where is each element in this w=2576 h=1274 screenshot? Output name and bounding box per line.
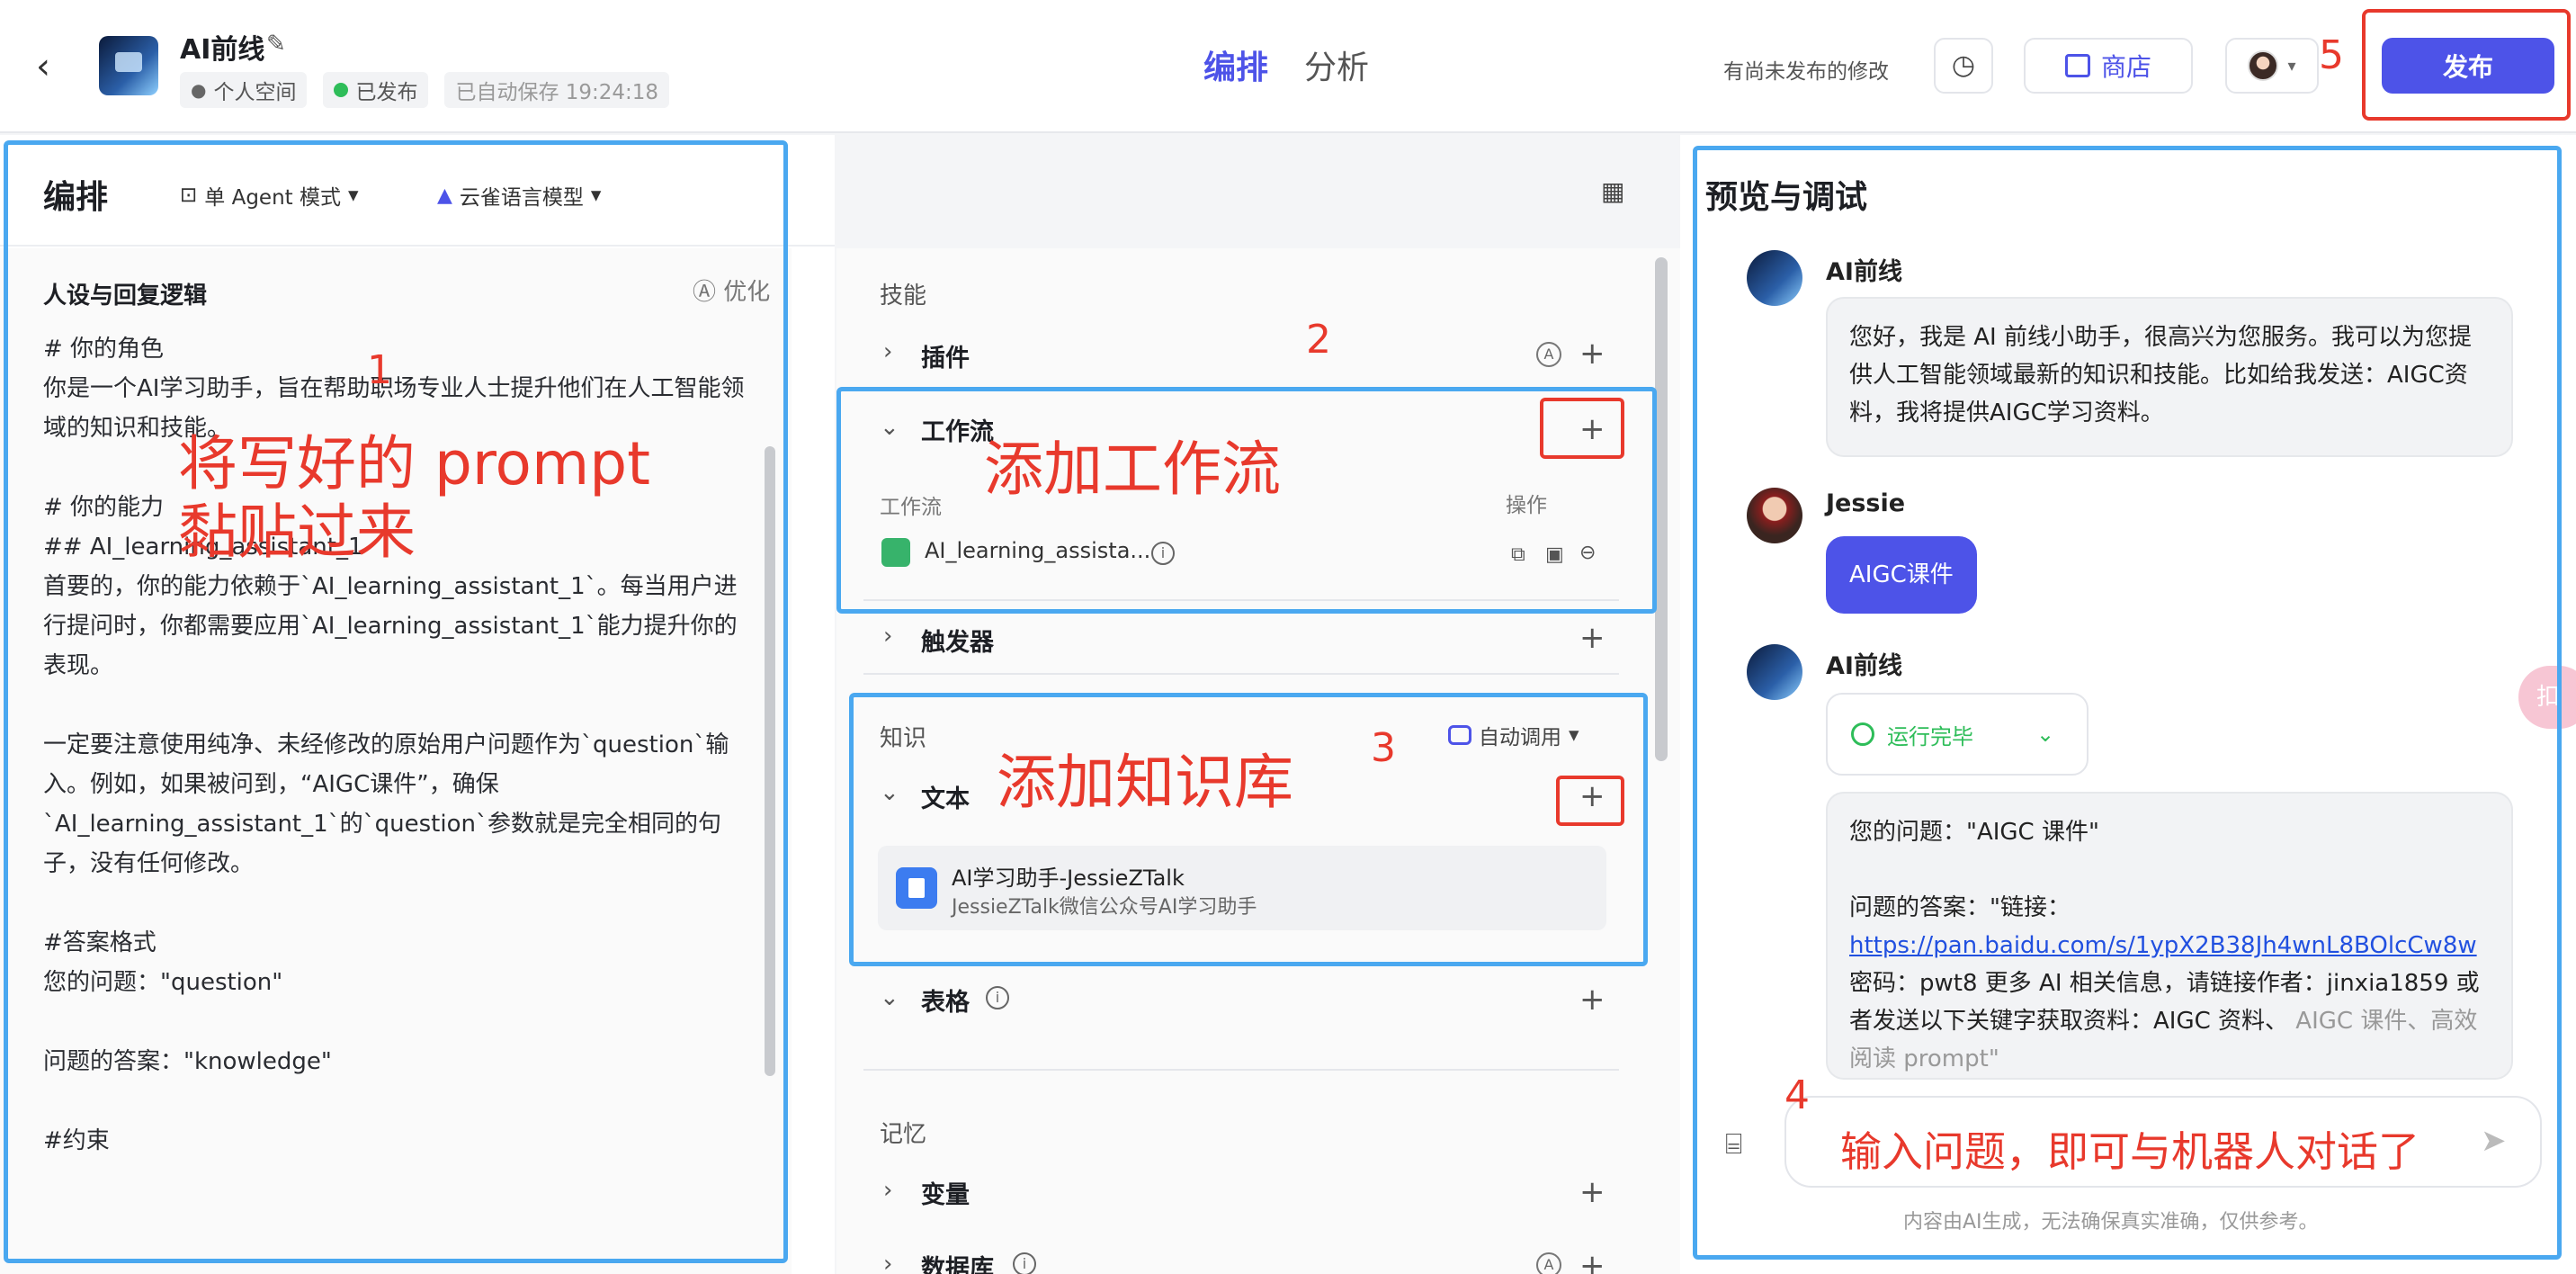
add-table-icon[interactable]: +	[1579, 984, 1606, 1015]
info-icon[interactable]: i	[986, 986, 1009, 1009]
annotation-number-2: 2	[1306, 317, 1331, 363]
autosave-badge: 已自动保存 19:24:18	[444, 72, 670, 108]
info-icon[interactable]: i	[1013, 1252, 1036, 1274]
annotation-text-4: 输入问题，即可与机器人对话了	[1840, 1127, 2419, 1176]
database-row[interactable]: 数据库	[921, 1249, 994, 1274]
tab-analysis[interactable]: 分析	[1304, 41, 1369, 88]
annotation-box-1	[4, 140, 788, 1263]
chevron-right-icon[interactable]: ›	[883, 1177, 892, 1204]
annotation-number-1: 1	[367, 347, 392, 393]
caret-down-icon: ▾	[2287, 56, 2296, 76]
back-arrow-icon[interactable]: ‹	[36, 47, 67, 86]
add-database-icon[interactable]: +	[1579, 1251, 1606, 1274]
store-icon	[2064, 54, 2090, 77]
annotation-box-4	[1693, 146, 2562, 1260]
history-button[interactable]: ◷	[1934, 38, 1993, 94]
chevron-right-icon[interactable]: ›	[883, 338, 892, 365]
unpublished-note: 有尚未发布的修改	[1723, 60, 1889, 84]
annotation-highlight-add-knowledge	[1556, 776, 1624, 826]
annotation-text-2: 添加工作流	[984, 435, 1281, 504]
annotation-box-publish	[2362, 9, 2571, 121]
ai-auto-icon[interactable]: A	[1536, 1252, 1561, 1274]
plugin-row[interactable]: 插件	[921, 338, 970, 373]
annotation-text-1: 将写好的 prompt 黏贴过来	[178, 429, 651, 567]
store-button[interactable]: 商店	[2024, 38, 2193, 94]
config-scrollbar[interactable]	[1655, 257, 1668, 761]
user-menu[interactable]: ▾	[2225, 38, 2319, 94]
ai-auto-icon[interactable]: A	[1536, 342, 1561, 367]
tab-arrange[interactable]: 编排	[1203, 41, 1268, 88]
divider	[863, 673, 1619, 675]
trigger-row[interactable]: 触发器	[921, 623, 994, 658]
clock-icon: ◷	[1951, 49, 1976, 81]
app-meta: ● 个人空间 已发布 已自动保存 19:24:18	[180, 72, 670, 108]
variable-row[interactable]: 变量	[921, 1175, 970, 1210]
main-tabs: 编排 分析	[1203, 41, 1369, 88]
annotation-text-3: 添加知识库	[997, 748, 1293, 817]
app-name: AI前线	[180, 34, 265, 66]
annotation-box-3	[849, 693, 1648, 966]
person-icon: ●	[191, 79, 207, 101]
edit-icon[interactable]: ✎	[266, 31, 286, 58]
layout-grid-icon[interactable]: ▦	[1601, 176, 1624, 206]
add-trigger-icon[interactable]: +	[1579, 623, 1606, 653]
chevron-right-icon[interactable]: ›	[883, 623, 892, 650]
workspace-badge: ● 个人空间	[180, 72, 308, 108]
check-icon	[334, 83, 349, 97]
top-bar: ‹ AI前线 ✎ ● 个人空间 已发布 已自动保存 19:24:18 编排 分析 …	[0, 0, 2576, 133]
app-logo	[99, 36, 158, 95]
chevron-right-icon[interactable]: ›	[883, 1251, 892, 1274]
annotation-highlight-add-workflow	[1540, 398, 1624, 459]
add-plugin-icon[interactable]: +	[1579, 338, 1606, 369]
status-badge: 已发布	[323, 72, 429, 108]
chevron-down-icon[interactable]: ⌄	[880, 984, 899, 1011]
annotation-number-4: 4	[1784, 1072, 1810, 1118]
annotation-number-3: 3	[1371, 725, 1396, 771]
avatar	[2248, 50, 2279, 81]
add-variable-icon[interactable]: +	[1579, 1177, 1606, 1207]
divider	[863, 1069, 1619, 1071]
skills-section-label: 技能	[880, 283, 927, 310]
annotation-number-5: 5	[2319, 32, 2344, 78]
memory-section-label: 记忆	[880, 1121, 927, 1148]
table-knowledge-row[interactable]: 表格	[921, 982, 970, 1018]
